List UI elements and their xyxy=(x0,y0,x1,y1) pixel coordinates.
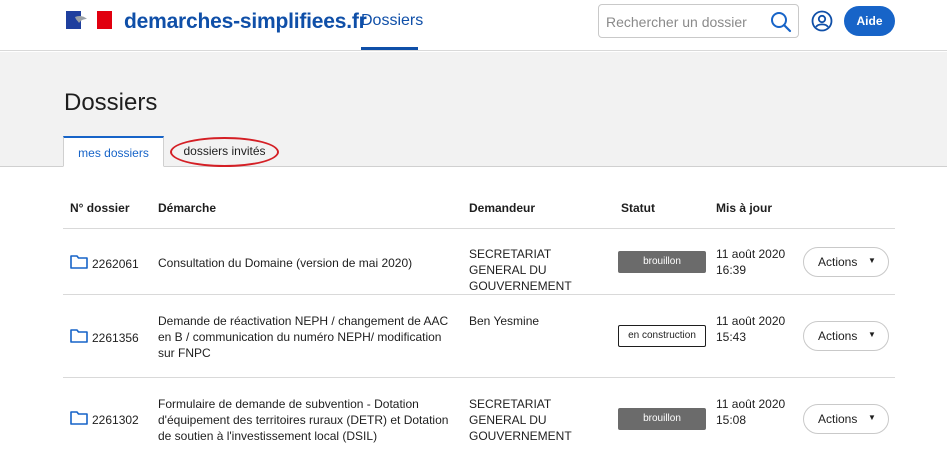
status-badge: brouillon xyxy=(618,251,706,273)
row-divider xyxy=(63,377,895,378)
updated-date: 11 août 2020 xyxy=(716,247,786,261)
help-button[interactable]: Aide xyxy=(844,6,895,36)
column-header-updated: Mis à jour xyxy=(716,201,773,215)
column-header-number: N° dossier xyxy=(70,201,130,215)
updated-time: 16:39 xyxy=(716,263,747,277)
updated-date: 11 août 2020 xyxy=(716,314,786,328)
actions-label: Actions xyxy=(818,412,858,426)
search-input[interactable] xyxy=(606,12,766,32)
highlight-annotation xyxy=(170,137,279,167)
actions-button[interactable]: Actions ▼ xyxy=(803,404,889,434)
procedure-name[interactable]: Consultation du Domaine (version de mai … xyxy=(158,255,458,271)
brand-title[interactable]: demarches-simplifiees.fr xyxy=(124,10,367,34)
folder-icon[interactable] xyxy=(70,328,88,343)
actions-button[interactable]: Actions ▼ xyxy=(803,321,889,351)
updated-time: 15:08 xyxy=(716,413,747,427)
dossier-number[interactable]: 2261302 xyxy=(92,412,139,428)
page-title: Dossiers xyxy=(64,89,158,116)
caret-down-icon: ▼ xyxy=(868,256,876,265)
site-header: demarches-simplifiees.fr Dossiers Aide xyxy=(0,0,947,51)
marianne-logo-icon[interactable] xyxy=(66,11,112,29)
requester-name: Ben Yesmine xyxy=(469,314,540,328)
dossier-number[interactable]: 2262061 xyxy=(92,256,139,272)
updated-time: 15:43 xyxy=(716,330,747,344)
search-box[interactable] xyxy=(598,4,799,38)
row-divider xyxy=(63,294,895,295)
nav-link-dossiers[interactable]: Dossiers xyxy=(361,12,423,30)
procedure-name[interactable]: Formulaire de demande de subvention - Do… xyxy=(158,396,460,444)
caret-down-icon: ▼ xyxy=(868,413,876,422)
updated-date: 11 août 2020 xyxy=(716,397,786,411)
actions-label: Actions xyxy=(818,255,858,269)
nav-active-indicator xyxy=(361,47,418,50)
account-icon[interactable] xyxy=(811,10,833,32)
requester-name: SECRETARIAT GENERAL DU GOUVERNEMENT xyxy=(469,397,572,443)
caret-down-icon: ▼ xyxy=(868,330,876,339)
column-header-status: Statut xyxy=(621,201,655,215)
tab-mes-dossiers[interactable]: mes dossiers xyxy=(63,136,164,167)
search-icon[interactable] xyxy=(770,11,792,33)
folder-icon[interactable] xyxy=(70,254,88,269)
column-header-requester: Demandeur xyxy=(469,201,536,215)
status-badge: brouillon xyxy=(618,408,706,430)
requester-name: SECRETARIAT GENERAL DU GOUVERNEMENT xyxy=(469,247,572,293)
folder-icon[interactable] xyxy=(70,410,88,425)
row-divider xyxy=(63,228,895,229)
procedure-name[interactable]: Demande de réactivation NEPH / changemen… xyxy=(158,313,460,361)
actions-label: Actions xyxy=(818,329,858,343)
dossier-number[interactable]: 2261356 xyxy=(92,330,139,346)
actions-button[interactable]: Actions ▼ xyxy=(803,247,889,277)
status-badge: en construction xyxy=(618,325,706,347)
column-header-procedure: Démarche xyxy=(158,201,217,215)
